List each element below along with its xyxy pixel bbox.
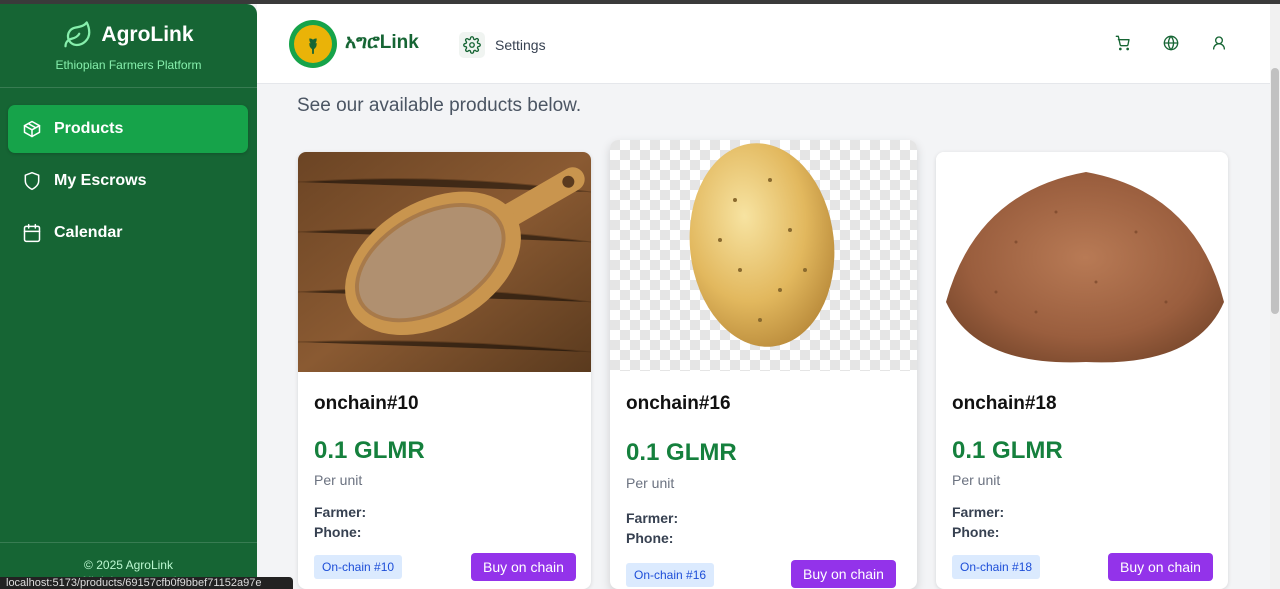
scrollbar-thumb[interactable] [1271, 68, 1279, 314]
product-price: 0.1 GLMR [626, 439, 737, 466]
sidebar-nav: Products My Escrows Calendar [0, 88, 257, 257]
onchain-badge: On-chain #10 [314, 555, 403, 579]
calendar-icon [23, 223, 41, 243]
buy-on-chain-button[interactable]: Buy on chain [791, 560, 896, 588]
product-card: onchain#16 0.1 GLMR Per unit Farmer: Pho… [610, 140, 917, 589]
product-meta: Farmer: Phone: [952, 502, 1004, 542]
farmer-label: Farmer: [952, 504, 1005, 520]
farmer-label: Farmer: [626, 510, 679, 526]
product-meta: Farmer: Phone: [314, 502, 366, 542]
product-price: 0.1 GLMR [952, 437, 1063, 464]
product-price: 0.1 GLMR [314, 437, 425, 464]
box-icon [23, 120, 41, 138]
settings-button[interactable]: Settings [459, 32, 546, 58]
sidebar-item-label: My Escrows [54, 172, 147, 189]
sidebar-item-calendar[interactable]: Calendar [8, 209, 248, 257]
brand-name: AgroLink [101, 23, 194, 46]
sidebar-item-label: Products [54, 120, 124, 137]
product-image-potato[interactable] [610, 140, 917, 371]
phone-label: Phone: [952, 524, 1000, 540]
price-unit: Per unit [952, 472, 1001, 488]
product-title[interactable]: onchain#18 [952, 393, 1057, 415]
shield-icon [24, 171, 40, 191]
gear-icon [463, 36, 481, 54]
product-title[interactable]: onchain#10 [314, 393, 419, 415]
settings-label: Settings [495, 37, 546, 53]
copyright: © 2025 AgroLink [84, 558, 173, 572]
buy-on-chain-button[interactable]: Buy on chain [1108, 553, 1213, 581]
price-unit: Per unit [626, 475, 675, 491]
header-actions [1115, 35, 1227, 51]
top-header: አግሮLink Settings [257, 4, 1270, 84]
brand-subtitle: Ethiopian Farmers Platform [55, 58, 202, 72]
sidebar-item-label: Calendar [54, 224, 123, 241]
phone-label: Phone: [626, 530, 674, 546]
wheat-icon [309, 38, 317, 55]
farmer-label: Farmer: [314, 504, 367, 520]
product-title[interactable]: onchain#16 [626, 393, 731, 415]
page-intro: See our available products below. [297, 95, 582, 116]
logo-emblem[interactable] [289, 20, 337, 68]
globe-icon[interactable] [1163, 35, 1179, 51]
leaf-icon [64, 21, 91, 48]
product-meta: Farmer: Phone: [626, 508, 678, 548]
buy-on-chain-button[interactable]: Buy on chain [471, 553, 576, 581]
product-image-teff-pile[interactable] [936, 152, 1228, 372]
status-bar-url: localhost:5173/products/69157cfb0f9bbef7… [0, 577, 293, 589]
user-icon[interactable] [1211, 35, 1227, 51]
logo-text[interactable]: አግሮLink [345, 32, 419, 54]
sidebar-item-my-escrows[interactable]: My Escrows [8, 157, 248, 205]
onchain-badge: On-chain #16 [626, 563, 715, 587]
brand: AgroLink Ethiopian Farmers Platform [0, 4, 257, 88]
sidebar: AgroLink Ethiopian Farmers Platform Prod… [0, 4, 257, 589]
phone-label: Phone: [314, 524, 362, 540]
onchain-badge: On-chain #18 [952, 555, 1041, 579]
page-scrollbar[interactable] [1270, 4, 1280, 589]
product-card: onchain#18 0.1 GLMR Per unit Farmer: Pho… [936, 152, 1228, 589]
product-image-teff-scoop[interactable] [298, 152, 591, 372]
cart-icon[interactable] [1115, 35, 1131, 51]
product-card: onchain#10 0.1 GLMR Per unit Farmer: Pho… [298, 152, 591, 589]
sidebar-item-products[interactable]: Products [8, 105, 248, 153]
price-unit: Per unit [314, 472, 363, 488]
